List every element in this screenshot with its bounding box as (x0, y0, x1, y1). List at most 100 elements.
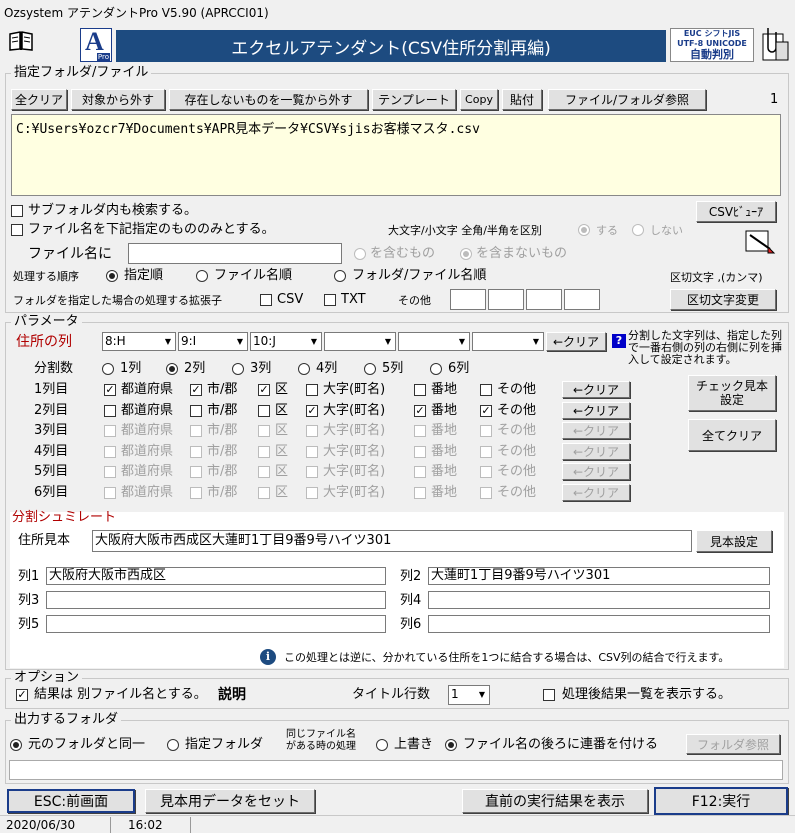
help-icon[interactable]: ? (612, 334, 626, 348)
split-count-radio-4[interactable] (298, 363, 310, 375)
case-yes-radio[interactable] (578, 224, 590, 236)
overwrite-radio[interactable] (376, 739, 388, 751)
back-button[interactable]: ESC:前画面 (7, 789, 135, 813)
row-1-check-5[interactable] (414, 384, 426, 396)
set-sample-button[interactable]: 見本用データをセット (145, 789, 315, 813)
row-5-check-6[interactable] (480, 466, 492, 478)
remove-button[interactable]: 対象から外す (71, 89, 165, 110)
clear-all-params-button[interactable]: 全てクリア (688, 419, 776, 451)
row-3-check-2[interactable] (190, 425, 202, 437)
row-4-clear-button[interactable]: ←クリア (562, 442, 630, 460)
clear-all-button[interactable]: 全クリア (11, 89, 67, 110)
browse-button[interactable]: ファイル/フォルダ参照 (548, 89, 706, 110)
sim-col-5-input[interactable] (46, 615, 386, 633)
sim-col-1-input[interactable]: 大阪府大阪市西成区 (46, 567, 386, 585)
sim-col-2-input[interactable]: 大蓮町1丁目9番9号ハイツ301 (428, 567, 770, 585)
last-result-button[interactable]: 直前の実行結果を表示 (462, 789, 648, 813)
order-folder-radio[interactable] (334, 270, 346, 282)
row-2-check-3[interactable] (258, 404, 270, 417)
col-select-1[interactable]: 8:H ▼ (102, 332, 176, 351)
serial-radio[interactable] (445, 739, 457, 751)
split-count-radio-3[interactable] (232, 363, 244, 375)
specified-folder-radio[interactable] (167, 739, 179, 751)
sample-set-button[interactable]: 見本設定 (696, 530, 772, 552)
col-select-5[interactable]: ▼ (398, 332, 470, 351)
book-icon[interactable] (8, 30, 34, 52)
not-contains-radio[interactable] (460, 248, 472, 260)
row-2-clear-button[interactable]: ←クリア (562, 401, 630, 419)
row-6-check-5[interactable] (414, 486, 426, 499)
row-1-check-6[interactable] (480, 384, 492, 396)
clip-icon[interactable] (760, 26, 790, 64)
split-count-radio-5[interactable] (364, 363, 376, 375)
separate-file-checkbox[interactable]: ✓ (16, 689, 28, 701)
order-specified-radio[interactable] (106, 270, 118, 282)
row-1-check-1[interactable]: ✓ (104, 384, 116, 396)
split-count-radio-2[interactable] (166, 363, 178, 375)
split-count-radio-6[interactable] (430, 363, 442, 375)
delimiter-change-button[interactable]: 区切文字変更 (670, 289, 776, 310)
subfolder-checkbox[interactable] (11, 205, 23, 217)
split-count-radio-1[interactable] (102, 363, 114, 375)
row-5-check-2[interactable] (190, 466, 202, 478)
order-filename-radio[interactable] (196, 270, 208, 282)
row-1-check-2[interactable]: ✓ (190, 384, 202, 396)
row-3-check-5[interactable] (414, 425, 426, 437)
row-4-check-5[interactable] (414, 445, 426, 458)
sim-col-4-input[interactable] (428, 591, 770, 609)
ext-other-input-3[interactable] (526, 289, 562, 310)
row-6-check-2[interactable] (190, 486, 202, 499)
col-select-6[interactable]: ▼ (472, 332, 544, 351)
row-4-check-4[interactable] (306, 445, 318, 458)
row-4-check-1[interactable] (104, 445, 116, 458)
filename-input[interactable] (128, 243, 342, 264)
col-select-2[interactable]: 9:I ▼ (178, 332, 248, 351)
title-rows-select[interactable]: 1 ▼ (448, 685, 490, 705)
file-path[interactable]: C:¥Users¥ozcr7¥Documents¥APR見本データ¥CSV¥sj… (16, 122, 480, 137)
row-2-check-6[interactable]: ✓ (480, 404, 492, 417)
same-folder-radio[interactable] (10, 739, 22, 751)
col-select-3[interactable]: 10:J ▼ (250, 332, 322, 351)
remove-missing-button[interactable]: 存在しないものを一覧から外す (169, 89, 368, 110)
filename-filter-checkbox[interactable] (11, 224, 23, 236)
explain-link[interactable]: 説明 (218, 688, 246, 702)
run-button[interactable]: F12:実行 (654, 787, 788, 815)
col-clear-button[interactable]: ←クリア (546, 332, 606, 351)
row-3-check-1[interactable] (104, 425, 116, 437)
row-6-check-4[interactable] (306, 486, 318, 499)
row-3-check-6[interactable] (480, 425, 492, 437)
file-list[interactable]: C:¥Users¥ozcr7¥Documents¥APR見本データ¥CSV¥sj… (11, 114, 781, 196)
row-1-check-4[interactable] (306, 384, 318, 396)
row-5-check-3[interactable] (258, 466, 270, 478)
check-sample-button[interactable]: チェック見本 設定 (688, 375, 776, 411)
row-6-check-1[interactable] (104, 486, 116, 499)
row-3-clear-button[interactable]: ←クリア (562, 422, 630, 439)
output-path-input[interactable] (9, 760, 783, 780)
row-6-check-3[interactable] (258, 486, 270, 499)
ext-txt-checkbox[interactable] (324, 294, 336, 306)
sim-col-6-input[interactable] (428, 615, 770, 633)
row-1-clear-button[interactable]: ←クリア (562, 381, 630, 398)
row-5-check-1[interactable] (104, 466, 116, 478)
folder-browse-button[interactable]: フォルダ参照 (686, 734, 780, 754)
row-2-check-4[interactable]: ✓ (306, 404, 318, 417)
case-no-radio[interactable] (632, 224, 644, 236)
row-3-check-4[interactable] (306, 425, 318, 437)
row-1-check-3[interactable]: ✓ (258, 384, 270, 396)
copy-button[interactable]: Copy (460, 89, 498, 110)
paste-button[interactable]: 貼付 (502, 89, 542, 110)
edit-icon[interactable] (744, 227, 776, 257)
row-4-check-6[interactable] (480, 445, 492, 458)
sample-input[interactable]: 大阪府大阪市西成区大蓮町1丁目9番9号ハイツ301 (92, 530, 692, 552)
ext-other-input-4[interactable] (564, 289, 600, 310)
row-6-clear-button[interactable]: ←クリア (562, 483, 630, 501)
row-5-clear-button[interactable]: ←クリア (562, 463, 630, 480)
row-4-check-3[interactable] (258, 445, 270, 458)
row-4-check-2[interactable] (190, 445, 202, 458)
show-list-checkbox[interactable] (543, 689, 555, 701)
ext-other-input-1[interactable] (450, 289, 486, 310)
row-6-check-6[interactable] (480, 486, 492, 499)
csv-viewer-button[interactable]: CSVﾋﾞｭｰｱ (696, 201, 776, 222)
row-2-check-2[interactable] (190, 404, 202, 417)
template-button[interactable]: テンプレート (372, 89, 456, 110)
